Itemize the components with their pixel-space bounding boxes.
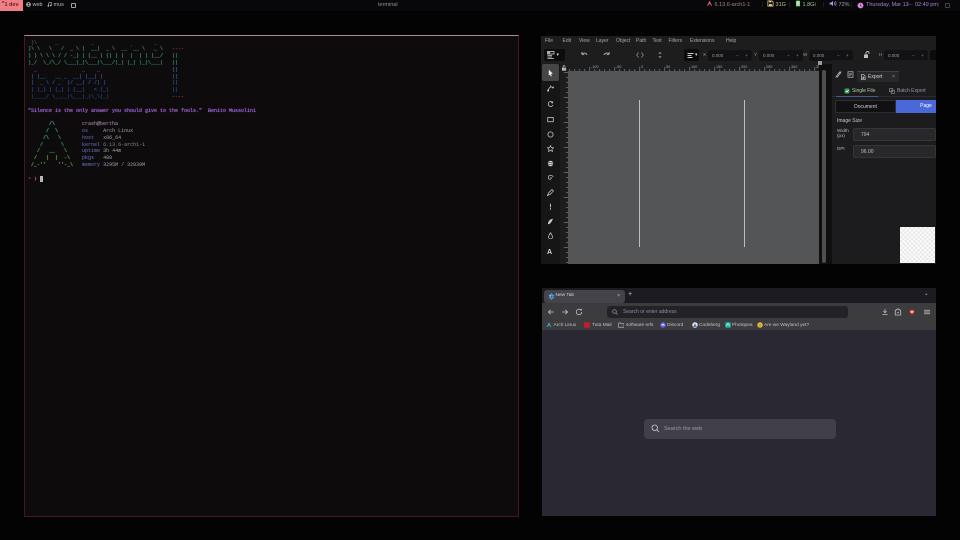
svg-text:100: 100 bbox=[691, 65, 697, 69]
svg-text:250: 250 bbox=[766, 65, 772, 69]
svg-text:0: 0 bbox=[641, 65, 643, 69]
svg-text:300: 300 bbox=[791, 65, 797, 69]
svg-text:150: 150 bbox=[716, 65, 722, 69]
svg-text:50: 50 bbox=[666, 65, 670, 69]
svg-text:200: 200 bbox=[741, 65, 747, 69]
svg-text:-50: -50 bbox=[616, 65, 622, 69]
svg-text:-100: -100 bbox=[591, 65, 599, 69]
